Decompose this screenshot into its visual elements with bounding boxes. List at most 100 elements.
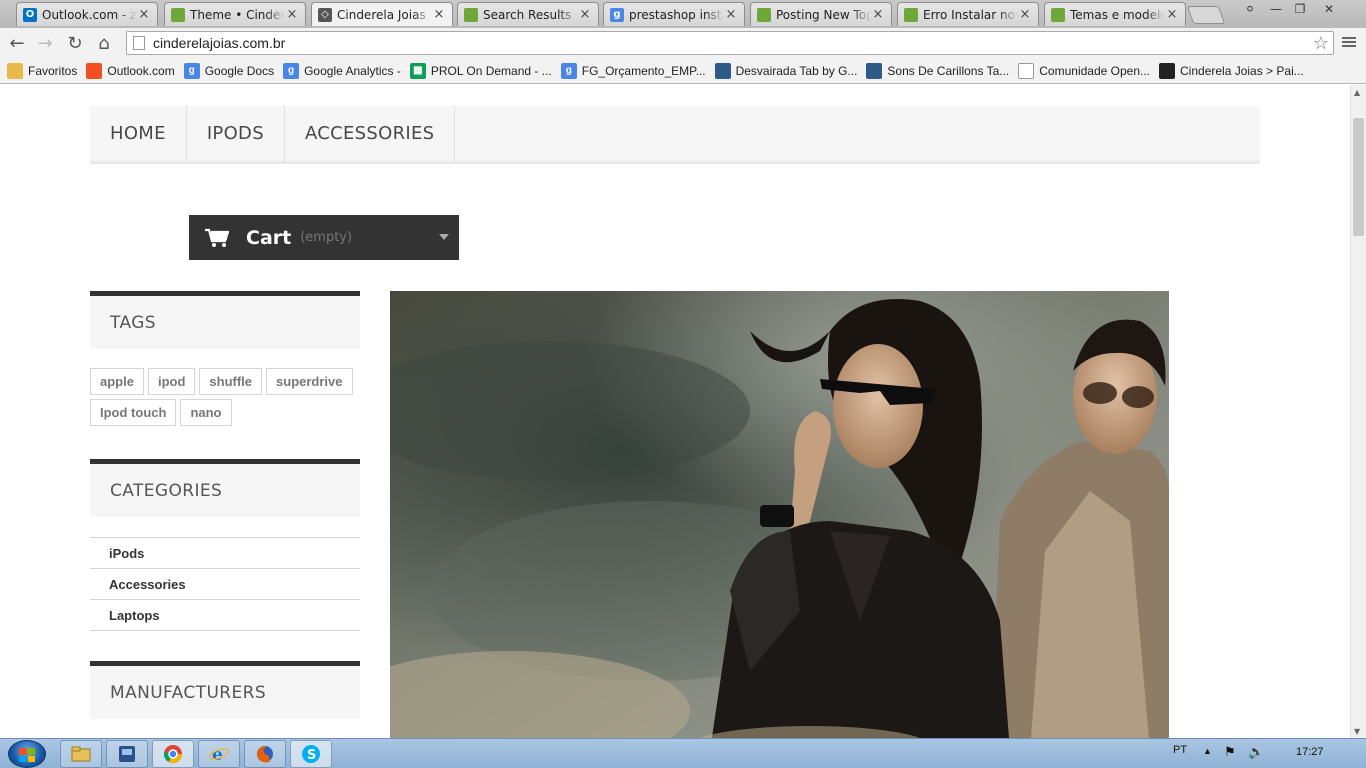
category-link[interactable]: Laptops [90, 600, 360, 631]
scroll-thumb[interactable] [1353, 118, 1364, 236]
tags-title: TAGS [90, 291, 360, 349]
cart-icon [205, 228, 230, 248]
bookmark-item[interactable]: g Google Analytics - [283, 62, 401, 79]
windows-icon [86, 62, 103, 79]
new-tab-button[interactable] [1186, 6, 1226, 24]
menu-item-home[interactable]: HOME [90, 106, 187, 161]
prestashop-icon [757, 7, 771, 22]
clock[interactable]: 17:27 [1296, 746, 1324, 758]
scroll-down-icon[interactable]: ▼ [1354, 727, 1360, 736]
home-button[interactable]: ⌂ [93, 32, 115, 54]
folder-icon [7, 62, 23, 79]
page-icon [1018, 62, 1035, 79]
bookmark-item[interactable]: Favoritos [7, 62, 78, 79]
firefox-taskbar-icon[interactable] [244, 740, 286, 768]
menu-item-ipods[interactable]: IPODS [187, 106, 285, 161]
minimize-icon[interactable]: — [1264, 0, 1288, 18]
tag-link[interactable]: superdrive [266, 368, 353, 395]
browser-tab[interactable]: Theme • Cinderel× [164, 2, 306, 26]
media-taskbar-icon[interactable] [106, 740, 148, 768]
browser-tab[interactable]: O Outlook.com - ze × [16, 2, 158, 26]
start-button[interactable] [8, 740, 46, 768]
tab-title: Temas e modelos [1070, 7, 1165, 22]
browser-tab[interactable]: Posting New Top × [750, 2, 892, 26]
bookmark-item[interactable]: Desvairada Tab by G... [714, 62, 858, 79]
browser-tab[interactable]: Erro Instalar novo× [897, 2, 1039, 26]
browser-tab[interactable]: g prestashop instal × [603, 2, 745, 26]
tag-link[interactable]: nano [180, 399, 232, 426]
bookmark-label: PROL On Demand - ... [430, 63, 552, 78]
manufacturers-title: MANUFACTURERS [90, 661, 360, 719]
bookmark-item[interactable]: g Google Docs [183, 62, 275, 79]
address-bar[interactable]: cinderelajoias.com.br ☆ [126, 31, 1334, 55]
shop-icon [1159, 62, 1176, 79]
bookmark-star-icon[interactable]: ☆ [1313, 33, 1329, 54]
sheet-icon: ▦ [409, 62, 426, 79]
browser-tab[interactable]: Temas e modelos × [1044, 2, 1186, 26]
svg-text:e: e [212, 745, 223, 764]
image-icon [714, 62, 731, 79]
browser-menu-icon[interactable] [1340, 33, 1358, 51]
page-viewport: HOME IPODS ACCESSORIES Cart (empty) TAGS… [0, 85, 1350, 738]
bookmark-item[interactable]: Comunidade Open... [1018, 62, 1150, 79]
close-tab-icon[interactable]: × [871, 7, 885, 22]
forward-button[interactable]: → [34, 32, 56, 54]
tag-link[interactable]: apple [90, 368, 144, 395]
bookmark-label: Outlook.com [107, 63, 175, 78]
skype-taskbar-icon[interactable]: S [290, 740, 332, 768]
language-indicator[interactable]: PT [1173, 744, 1187, 756]
chrome-taskbar-icon[interactable] [152, 740, 194, 768]
homepage-slider-image[interactable] [390, 291, 1169, 738]
category-link[interactable]: Accessories [90, 569, 360, 600]
category-link[interactable]: iPods [90, 538, 360, 569]
google-icon: g [610, 7, 624, 22]
close-window-icon[interactable]: ✕ [1312, 0, 1346, 18]
tag-link[interactable]: ipod [147, 368, 196, 395]
bookmark-item[interactable]: Outlook.com [86, 62, 175, 79]
bookmark-item[interactable]: Sons De Carillons Ta... [866, 62, 1009, 79]
tab-title: Posting New Top [776, 7, 871, 22]
bookmarks-bar: Favoritos Outlook.com g Google Docs g Google … [0, 58, 1366, 84]
google-icon: g [183, 62, 200, 79]
close-tab-icon[interactable]: × [285, 7, 299, 22]
browser-tab[interactable]: ◇ Cinderela Joias × [311, 2, 453, 26]
restore-icon[interactable]: ❐ [1288, 0, 1312, 18]
close-tab-icon[interactable]: × [1165, 7, 1179, 22]
close-tab-icon[interactable]: × [432, 7, 446, 22]
page-scrollbar[interactable]: ▲ ▼ [1350, 85, 1366, 738]
bookmark-label: Favoritos [28, 63, 78, 78]
volume-icon[interactable]: 🔊 [1248, 744, 1264, 760]
bookmark-label: Desvairada Tab by G... [735, 63, 858, 78]
bookmark-label: Google Docs [204, 63, 275, 78]
url-text[interactable]: cinderelajoias.com.br [153, 35, 285, 51]
close-tab-icon[interactable]: × [1018, 7, 1032, 22]
user-icon[interactable]: ⚪ [1236, 0, 1264, 18]
show-hidden-icons-icon[interactable]: ▲ [1203, 746, 1212, 756]
tab-title: Cinderela Joias [337, 7, 426, 22]
prestashop-icon [171, 7, 185, 22]
action-center-flag-icon[interactable]: ⚑ [1224, 744, 1236, 760]
top-menu: HOME IPODS ACCESSORIES [90, 106, 1260, 164]
scroll-up-icon[interactable]: ▲ [1354, 88, 1360, 97]
close-tab-icon[interactable]: × [137, 7, 151, 22]
internet-explorer-taskbar-icon[interactable]: e [198, 740, 240, 768]
menu-item-accessories[interactable]: ACCESSORIES [285, 106, 456, 161]
bookmark-item[interactable]: g FG_Orçamento_EMP... [560, 62, 706, 79]
cart-block[interactable]: Cart (empty) [189, 215, 459, 260]
prestashop-icon [904, 7, 918, 22]
prestashop-icon [464, 7, 478, 22]
tag-link[interactable]: Ipod touch [90, 399, 177, 426]
cart-dropdown-icon[interactable] [439, 234, 449, 240]
browser-tab[interactable]: Search Results - P× [457, 2, 599, 26]
diamond-icon: ◇ [318, 7, 332, 22]
bookmark-item[interactable]: Cinderela Joias > Pai... [1159, 62, 1304, 79]
reload-button[interactable]: ↻ [64, 32, 86, 54]
explorer-taskbar-icon[interactable] [60, 740, 102, 768]
prestashop-icon [1051, 7, 1065, 22]
tag-link[interactable]: shuffle [199, 368, 263, 395]
back-button[interactable]: ← [6, 32, 28, 54]
bookmark-item[interactable]: ▦ PROL On Demand - ... [409, 62, 552, 79]
close-tab-icon[interactable]: × [578, 7, 592, 22]
google-icon: g [283, 62, 300, 79]
close-tab-icon[interactable]: × [724, 7, 738, 22]
